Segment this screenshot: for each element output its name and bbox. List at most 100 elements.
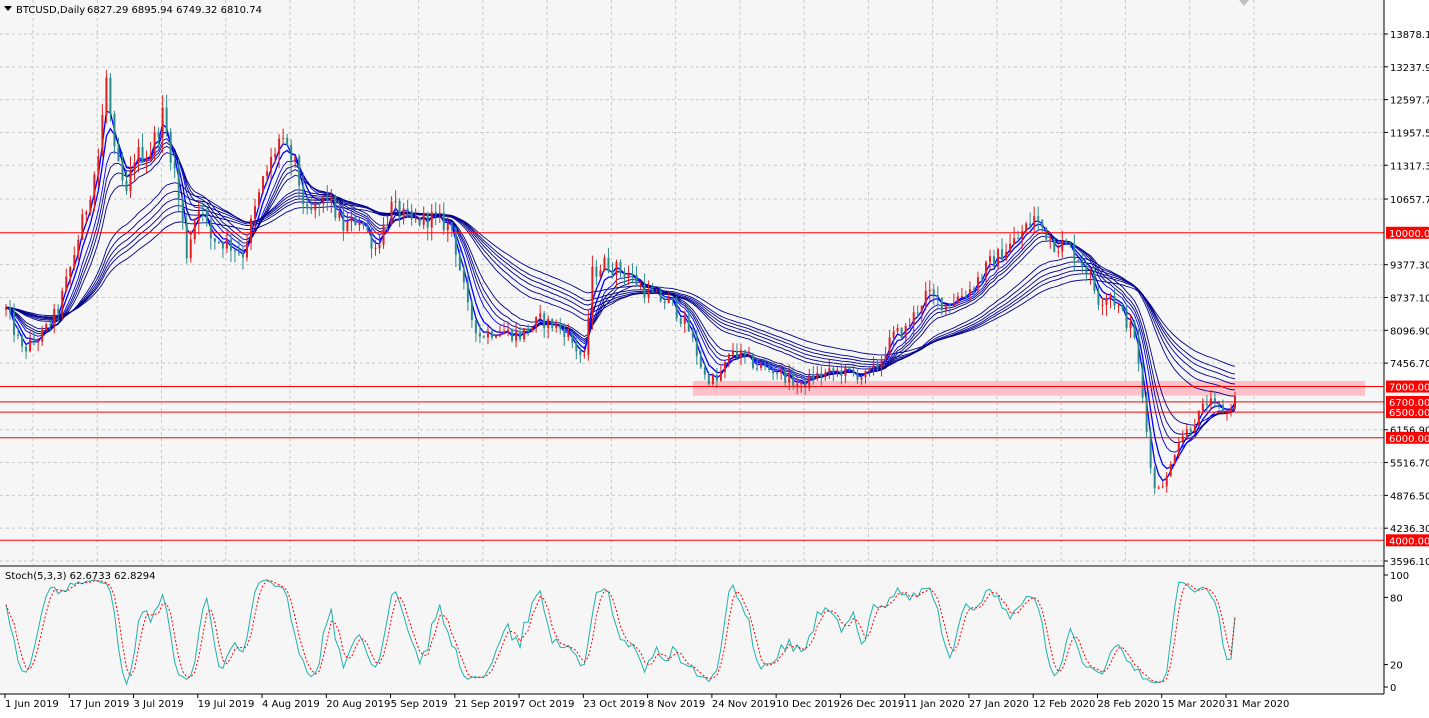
ohlc-readout: 6827.29 6895.94 6749.32 6810.74 (87, 5, 262, 16)
candle-body (161, 107, 164, 138)
price-tick-label: 13237.90 (1390, 63, 1429, 74)
candle-body (402, 208, 405, 219)
candle-body (1189, 429, 1192, 433)
candle-body (916, 312, 919, 314)
candle-body (390, 201, 393, 225)
price-tick-label: 13878.10 (1390, 30, 1429, 41)
candle-body (101, 114, 104, 157)
candle-body (1177, 441, 1180, 456)
candle-body (21, 335, 24, 347)
price-tick-label: 5516.70 (1390, 459, 1429, 470)
candle-body (346, 221, 349, 231)
candle-body (394, 201, 397, 203)
candle-body (912, 312, 915, 325)
candle-body (619, 262, 622, 273)
candle-body (378, 244, 381, 249)
candle-body (141, 147, 144, 162)
candle-body (1234, 396, 1236, 409)
candle-body (258, 192, 261, 206)
candle-body (446, 222, 449, 231)
price-tick-label: 4236.30 (1390, 524, 1429, 535)
candle-body (715, 375, 718, 381)
candle-body (531, 327, 534, 332)
candle-body (13, 312, 16, 335)
candle-body (1173, 455, 1176, 465)
candle-body (507, 329, 510, 333)
candle-body (796, 384, 799, 386)
candle-body (812, 374, 815, 379)
candle-body (880, 360, 883, 369)
candle-body (936, 294, 939, 298)
candle-body (719, 371, 722, 381)
candle-body (1061, 241, 1064, 252)
level-label: 4000.00 (1389, 536, 1429, 547)
candle-body (828, 368, 831, 373)
level-label: 6000.00 (1389, 434, 1429, 445)
candle-body (374, 248, 377, 250)
candle-body (944, 304, 947, 311)
candle-body (165, 107, 168, 132)
candle-body (1181, 436, 1184, 442)
candle-body (310, 208, 313, 211)
candle-body (888, 337, 891, 356)
candle-body (1089, 273, 1092, 275)
candle-body (197, 209, 200, 222)
candle-body (270, 156, 273, 172)
candle-body (639, 284, 642, 286)
candle-body (438, 212, 441, 215)
candle-body (591, 266, 594, 319)
candle-body (768, 366, 771, 370)
candle-body (1201, 403, 1204, 411)
date-label: 17 Jun 2019 (69, 699, 129, 710)
candle-body (635, 274, 638, 285)
candle-body (1013, 238, 1016, 244)
chart-svg[interactable]: 13878.10 13237.90 12597.70 11957.50 11317.30… (0, 0, 1429, 714)
candle-body (864, 370, 867, 378)
candle-body (133, 162, 136, 171)
candle-body (185, 222, 188, 259)
candle-body (9, 307, 12, 313)
candle-body (663, 301, 666, 304)
stoch-plot-area[interactable] (0, 567, 1384, 694)
candle-body (860, 377, 863, 380)
candle-body (430, 211, 433, 228)
candle-body (752, 354, 755, 368)
candle-body (659, 290, 662, 302)
candle-body (482, 336, 485, 338)
candle-body (366, 225, 369, 231)
candle-body (1157, 487, 1160, 489)
stochastic-panel[interactable] (0, 567, 1384, 694)
candle-body (29, 339, 32, 352)
candle-body (655, 290, 658, 293)
candle-body (651, 289, 654, 293)
price-plot-area[interactable] (0, 0, 1384, 565)
candle-body (535, 317, 538, 328)
candle-body (816, 372, 819, 379)
chart-window: 13878.10 13237.90 12597.70 11957.50 11317.30… (0, 0, 1429, 714)
candle-body (671, 298, 674, 300)
candle-body (1145, 397, 1148, 432)
candle-body (1005, 251, 1008, 261)
candle-body (892, 331, 895, 338)
candle-body (225, 239, 228, 249)
candle-body (567, 332, 570, 337)
candle-body (551, 319, 554, 328)
candle-body (241, 253, 244, 258)
candle-body (121, 161, 124, 181)
candle-body (756, 367, 759, 369)
candle-body (772, 369, 775, 374)
date-label: 10 Dec 2019 (776, 699, 840, 710)
candle-body (559, 324, 562, 329)
candle-body (1113, 295, 1116, 306)
date-label: 23 Oct 2019 (583, 699, 645, 710)
stoch-tick-label: 100 (1390, 571, 1409, 582)
candle-body (727, 354, 730, 362)
candle-body (956, 296, 959, 303)
candle-body (976, 277, 979, 290)
candle-body (17, 334, 20, 336)
candle-body (45, 324, 48, 330)
candle-body (342, 212, 345, 231)
date-label: 8 Nov 2019 (648, 699, 706, 710)
candle-body (442, 212, 445, 231)
candle-body (229, 239, 232, 251)
